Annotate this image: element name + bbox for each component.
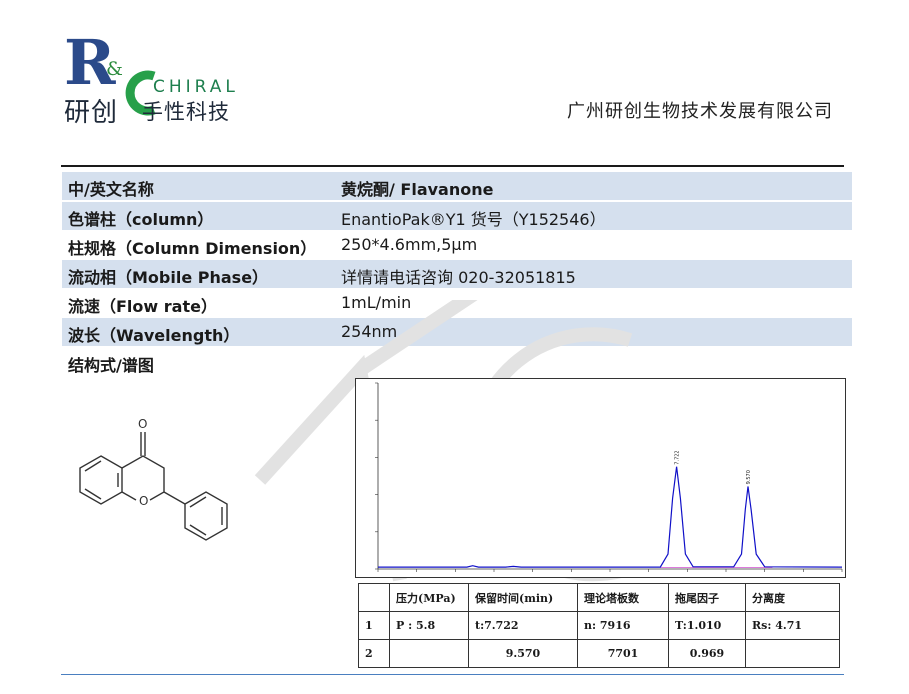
peak-label: 9.570 bbox=[746, 470, 752, 484]
table-cell: t:7.722 bbox=[468, 611, 578, 640]
row-label: 流速（Flow rate） bbox=[68, 297, 217, 316]
row-value: 250*4.6mm,5μm bbox=[341, 235, 478, 254]
table-row: 2 9.570 7701 0.969 bbox=[358, 639, 840, 668]
info-row-column: 色谱柱（column） EnantioPak®Y1 货号（Y152546） bbox=[62, 202, 852, 230]
table-header: 压力(MPa) bbox=[389, 583, 469, 612]
footer-divider bbox=[61, 674, 844, 675]
row-label: 波长（Wavelength） bbox=[68, 326, 240, 345]
info-row-name: 中/英文名称 黄烷酮/ Flavanone bbox=[62, 172, 852, 200]
info-row-dimension: 柱规格（Column Dimension） 250*4.6mm,5μm bbox=[62, 231, 852, 259]
row-value: 254nm bbox=[341, 322, 398, 341]
info-row-wavelength: 波长（Wavelength） 254nm bbox=[62, 318, 852, 346]
row-value: 1mL/min bbox=[341, 293, 412, 312]
row-value: 详情请电话咨询 020-32051815 bbox=[341, 268, 576, 287]
row-label: 色谱柱（column） bbox=[68, 210, 214, 229]
carbonyl-oxygen: O bbox=[138, 417, 147, 431]
logo-chiral-text: CHIRAL bbox=[153, 77, 239, 97]
logo-cn-chiral-tech: 手性科技 bbox=[142, 100, 230, 124]
info-row-mobile-phase: 流动相（Mobile Phase） 详情请电话咨询 020-32051815 bbox=[62, 260, 852, 288]
row-value: 黄烷酮/ Flavanone bbox=[341, 180, 494, 199]
table-header-row: 压力(MPa) 保留时间(min) 理论塔板数 拖尾因子 分离度 bbox=[358, 583, 840, 612]
row-label: 流动相（Mobile Phase） bbox=[68, 268, 269, 287]
row-label: 中/英文名称 bbox=[68, 180, 154, 199]
table-header: 理论塔板数 bbox=[577, 583, 669, 612]
company-name: 广州研创生物技术发展有限公司 bbox=[567, 101, 833, 122]
table-header: 保留时间(min) bbox=[468, 583, 578, 612]
structure-heading: 结构式/谱图 bbox=[68, 356, 154, 375]
table-cell bbox=[389, 639, 469, 668]
table-header: 拖尾因子 bbox=[668, 583, 746, 612]
table-cell: Rs: 4.71 bbox=[745, 611, 840, 640]
table-cell: 0.969 bbox=[668, 639, 746, 668]
table-cell: 2 bbox=[358, 639, 390, 668]
header-divider bbox=[61, 165, 844, 167]
flavanone-structure: O O bbox=[79, 417, 228, 541]
results-table: 压力(MPa) 保留时间(min) 理论塔板数 拖尾因子 分离度 1 P : 5… bbox=[358, 583, 840, 668]
company-logo: R & CHIRAL 研创 手性科技 bbox=[62, 26, 252, 128]
phenyl-ring bbox=[184, 491, 228, 541]
logo-amp: & bbox=[106, 58, 123, 80]
row-label: 柱规格（Column Dimension） bbox=[68, 239, 317, 258]
table-cell: 7701 bbox=[577, 639, 669, 668]
benzo-ring bbox=[79, 455, 123, 505]
table-header: 分离度 bbox=[745, 583, 840, 612]
table-cell: n: 7916 bbox=[577, 611, 669, 640]
table-header bbox=[358, 583, 390, 612]
peak-label: 7.722 bbox=[675, 450, 681, 464]
logo-cn-yanchuang: 研创 bbox=[64, 98, 119, 128]
row-value: EnantioPak®Y1 货号（Y152546） bbox=[341, 210, 606, 229]
table-cell: T:1.010 bbox=[668, 611, 746, 640]
table-cell: P : 5.8 bbox=[389, 611, 469, 640]
ring-oxygen: O bbox=[139, 494, 148, 508]
table-cell: 1 bbox=[358, 611, 390, 640]
table-cell: 9.570 bbox=[468, 639, 578, 668]
chromatogram-frame: 7.722 9.570 bbox=[355, 378, 846, 578]
series-line bbox=[378, 466, 843, 568]
info-row-flow-rate: 流速（Flow rate） 1mL/min bbox=[62, 289, 852, 317]
table-cell bbox=[745, 639, 840, 668]
table-row: 1 P : 5.8 t:7.722 n: 7916 T:1.010 Rs: 4.… bbox=[358, 611, 840, 640]
chromatogram: 7.722 9.570 bbox=[375, 382, 843, 572]
page: R & CHIRAL 研创 手性科技 广州研创生物技术发展有限公司 中/英文名称… bbox=[0, 0, 909, 694]
